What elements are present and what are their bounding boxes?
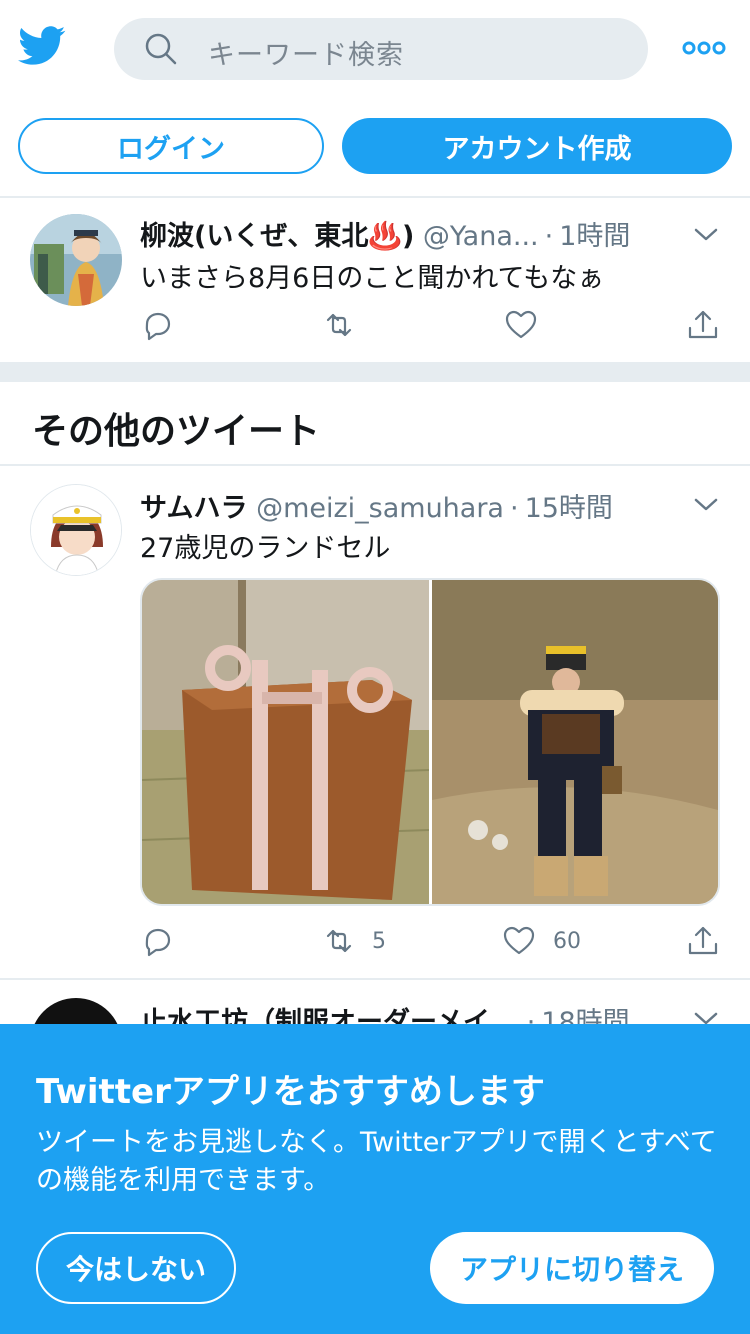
tweet-3[interactable]: 止水工坊（制服オーダーメイ... · 18時間 bbox=[0, 980, 750, 1024]
handle[interactable]: @meizi_samuhara bbox=[256, 493, 504, 524]
reply-icon bbox=[145, 312, 171, 341]
share-button[interactable] bbox=[686, 308, 720, 344]
like-button[interactable] bbox=[504, 308, 538, 344]
search-placeholder: キーワード検索 bbox=[208, 40, 404, 71]
avatar[interactable] bbox=[30, 484, 122, 576]
timestamp[interactable]: 15時間 bbox=[525, 493, 613, 524]
avatar[interactable] bbox=[30, 998, 122, 1024]
photo-uniform[interactable] bbox=[432, 580, 718, 904]
reply-icon bbox=[145, 928, 171, 957]
display-name[interactable]: 止水工坊（制服オーダーメイ... bbox=[140, 1007, 521, 1024]
tweet-header: サムハラ @meizi_samuhara · 15時間 bbox=[140, 486, 613, 525]
like-icon bbox=[503, 926, 535, 955]
tweet-text: 27歳児のランドセル bbox=[140, 533, 391, 564]
photo-backpack[interactable] bbox=[142, 580, 430, 904]
more-icon[interactable] bbox=[682, 38, 726, 58]
twitter-logo-icon[interactable] bbox=[18, 26, 66, 66]
retweet-icon bbox=[326, 313, 352, 337]
display-name[interactable]: 柳波(いくぜ、東北♨️) bbox=[140, 221, 414, 252]
separator-dot: · bbox=[544, 221, 554, 252]
switch-to-app-button[interactable]: アプリに切り替え bbox=[430, 1232, 714, 1304]
share-button[interactable] bbox=[686, 924, 720, 960]
display-name[interactable]: サムハラ bbox=[140, 493, 247, 524]
retweet-button[interactable] bbox=[322, 308, 356, 344]
search-icon bbox=[145, 33, 177, 65]
banner-title: Twitterアプリをおすすめします bbox=[36, 1072, 545, 1112]
timestamp[interactable]: 1時間 bbox=[559, 221, 630, 252]
section-separator bbox=[0, 362, 750, 382]
like-button[interactable] bbox=[502, 924, 536, 960]
tweet-media[interactable] bbox=[140, 578, 720, 906]
tweet-1[interactable]: 柳波(いくぜ、東北♨️) @Yana... · 1時間 いまさら8月6日のこと聞かれ… bbox=[0, 198, 750, 362]
tweet-header: 柳波(いくぜ、東北♨️) @Yana... · 1時間 bbox=[140, 214, 630, 253]
top-header: キーワード検索 bbox=[0, 0, 750, 100]
not-now-button[interactable]: 今はしない bbox=[36, 1232, 236, 1304]
chevron-down-icon[interactable] bbox=[692, 1010, 720, 1024]
tweet-header: 止水工坊（制服オーダーメイ... · 18時間 bbox=[140, 1000, 630, 1024]
login-button[interactable]: ログイン bbox=[18, 118, 324, 174]
app-promo-banner: Twitterアプリをおすすめします ツイートをお見逃しなく。Twitterアプ… bbox=[0, 1024, 750, 1334]
chevron-down-icon[interactable] bbox=[692, 496, 720, 514]
handle[interactable]: @Yana... bbox=[423, 221, 539, 252]
reply-button[interactable] bbox=[140, 924, 174, 960]
avatar[interactable] bbox=[30, 214, 122, 306]
section-title: その他のツイート bbox=[32, 411, 321, 452]
like-count: 60 bbox=[553, 929, 581, 954]
timestamp[interactable]: 18時間 bbox=[541, 1007, 629, 1024]
like-icon bbox=[505, 310, 537, 339]
banner-description: ツイートをお見逃しなく。Twitterアプリで開くとすべての機能を利用できます。 bbox=[36, 1127, 717, 1196]
share-icon bbox=[688, 926, 718, 955]
tweet-text: いまさら8月6日のこと聞かれてもなぁ bbox=[140, 263, 605, 294]
reply-button[interactable] bbox=[140, 308, 174, 344]
search-input[interactable]: キーワード検索 bbox=[114, 18, 648, 80]
retweet-icon bbox=[326, 929, 352, 953]
separator-dot: · bbox=[526, 1007, 536, 1024]
chevron-down-icon[interactable] bbox=[692, 226, 720, 244]
retweet-count: 5 bbox=[372, 929, 386, 954]
share-icon bbox=[688, 310, 718, 339]
retweet-button[interactable] bbox=[322, 924, 356, 960]
separator-dot: · bbox=[509, 493, 519, 524]
signup-button[interactable]: アカウント作成 bbox=[342, 118, 732, 174]
